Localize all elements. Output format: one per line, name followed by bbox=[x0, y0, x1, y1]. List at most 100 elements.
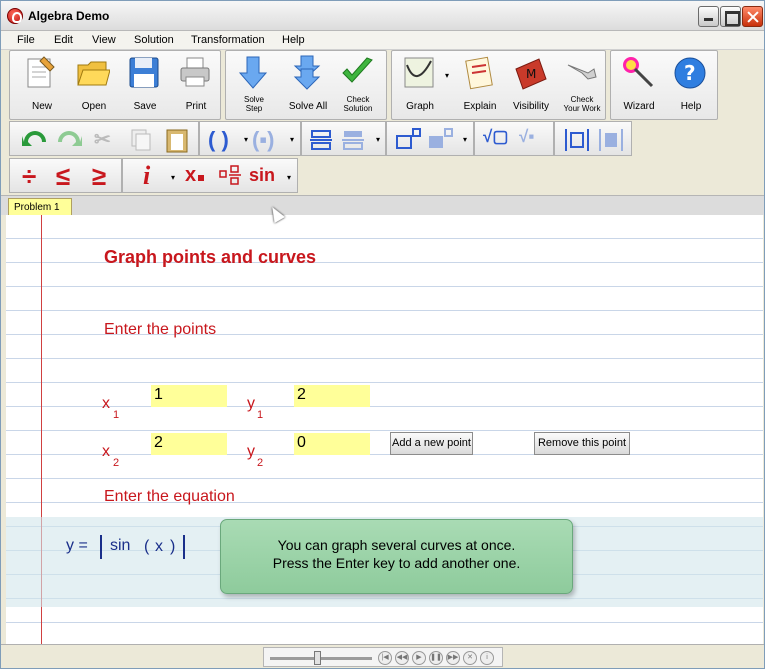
playback-slider-thumb[interactable] bbox=[314, 651, 321, 665]
help-toolbar-group: Wizard ? Help bbox=[610, 50, 718, 120]
menu-view[interactable]: View bbox=[92, 34, 116, 46]
close-button[interactable] bbox=[742, 6, 763, 27]
equation-argument[interactable]: x bbox=[155, 538, 163, 556]
equation-sin[interactable]: sin bbox=[110, 537, 130, 555]
title-bar[interactable]: Algebra Demo bbox=[1, 1, 764, 31]
graph-button[interactable]: Graph bbox=[392, 53, 448, 117]
root-toolbar-group: √▢ √▪ bbox=[474, 121, 554, 156]
menu-file[interactable]: File bbox=[17, 34, 35, 46]
maximize-button[interactable] bbox=[720, 6, 741, 27]
file-toolbar-group: New Open Save Print bbox=[9, 50, 221, 120]
remove-point-button[interactable]: Remove this point bbox=[534, 432, 630, 455]
undo-icon[interactable] bbox=[20, 128, 50, 150]
x2-input[interactable]: 2 bbox=[151, 433, 227, 455]
parentheses-icon[interactable]: ( ) bbox=[208, 127, 229, 153]
divide-button[interactable]: ÷ bbox=[22, 161, 36, 192]
visibility-icon: M bbox=[515, 58, 547, 90]
fraction-dropdown-arrow-icon[interactable]: ▾ bbox=[376, 135, 380, 144]
menu-transformation[interactable]: Transformation bbox=[191, 34, 265, 46]
fraction-icon[interactable] bbox=[310, 130, 334, 150]
wrench-icon bbox=[567, 64, 597, 80]
graph-label: Graph bbox=[406, 101, 434, 112]
exponent-icon[interactable] bbox=[395, 128, 421, 150]
y1-input[interactable]: 2 bbox=[294, 385, 370, 407]
play-icon[interactable]: ▶ bbox=[412, 651, 426, 665]
paste-icon[interactable] bbox=[164, 126, 190, 154]
exponent-box-icon[interactable] bbox=[427, 128, 453, 150]
problem-tab-strip: Problem 1 bbox=[1, 195, 764, 216]
redo-icon[interactable] bbox=[54, 128, 84, 150]
graph-dropdown-arrow-icon[interactable]: ▾ bbox=[445, 71, 449, 80]
equation-heading: Enter the equation bbox=[104, 488, 235, 505]
folder-open-icon bbox=[77, 61, 110, 86]
minimize-button[interactable] bbox=[698, 6, 719, 27]
x2-label: x bbox=[102, 443, 110, 460]
equation-lhs: y = bbox=[66, 537, 88, 554]
bracket-dropdown-arrow-icon[interactable]: ▾ bbox=[290, 135, 294, 144]
functions-toolbar-group: i ▾ x sin ▾ bbox=[122, 158, 298, 193]
rewind-icon[interactable]: ◀◀ bbox=[395, 651, 409, 665]
subscript-button[interactable]: x bbox=[185, 164, 205, 187]
svg-text:M: M bbox=[526, 67, 536, 81]
tab-problem-1[interactable]: Problem 1 bbox=[8, 198, 72, 216]
fraction-red-icon[interactable] bbox=[219, 165, 243, 189]
svg-text:?: ? bbox=[684, 61, 696, 85]
playback-slider-track[interactable] bbox=[270, 657, 372, 660]
sin-dropdown-arrow-icon[interactable]: ▾ bbox=[287, 173, 291, 182]
less-equal-button[interactable]: ≤ bbox=[56, 161, 70, 192]
greater-equal-button[interactable]: ≥ bbox=[92, 161, 106, 192]
exponent-dropdown-arrow-icon[interactable]: ▾ bbox=[463, 135, 467, 144]
menu-edit[interactable]: Edit bbox=[54, 34, 73, 46]
check-solution-button[interactable]: Check Solution bbox=[330, 53, 386, 117]
menu-help[interactable]: Help bbox=[282, 34, 305, 46]
fraction-box-icon[interactable] bbox=[342, 130, 366, 150]
absolute-value-icon[interactable] bbox=[563, 128, 591, 152]
tooltip-line-2: Press the Enter key to add another one. bbox=[272, 555, 521, 571]
y2-input[interactable]: 0 bbox=[294, 433, 370, 455]
square-root-icon[interactable]: √▢ bbox=[483, 127, 508, 147]
operators-toolbar-group: ÷ ≤ ≥ bbox=[9, 158, 122, 193]
equation-left-bracket bbox=[100, 535, 102, 559]
bracket-box-icon[interactable]: (▪) bbox=[252, 127, 274, 153]
x2-subscript: 2 bbox=[113, 457, 120, 469]
analysis-toolbar-group: Graph ▾ Explain M Visibility Check Your … bbox=[391, 50, 606, 120]
subscript-box-icon bbox=[198, 175, 205, 181]
check-solution-label: Check Solution bbox=[343, 95, 373, 113]
solve-toolbar-group: Solve Step Solve All Check Solution bbox=[225, 50, 387, 120]
check-your-work-button[interactable]: Check Your Work bbox=[554, 53, 610, 117]
sin-function-button[interactable]: sin bbox=[249, 165, 275, 186]
help-button[interactable]: ? Help bbox=[663, 53, 719, 117]
worksheet-area[interactable]: Graph points and curves Enter the points… bbox=[6, 215, 763, 644]
points-heading: Enter the points bbox=[104, 321, 217, 338]
info-button[interactable]: i bbox=[143, 161, 150, 191]
absolute-toolbar-group bbox=[554, 121, 632, 156]
pause-icon[interactable]: ❚❚ bbox=[429, 651, 443, 665]
parentheses-toolbar-group: ( ) ▾ (▪) ▾ bbox=[199, 121, 301, 156]
print-button[interactable]: Print bbox=[168, 53, 224, 117]
solve-step-button[interactable]: Solve Step bbox=[226, 53, 282, 117]
help-question-icon: ? bbox=[674, 57, 706, 89]
x1-input[interactable]: 1 bbox=[151, 385, 227, 407]
page-title: Graph points and curves bbox=[104, 247, 317, 267]
symbols-toolbar: ÷ ≤ ≥ i ▾ x sin ▾ bbox=[1, 157, 764, 195]
graph-icon bbox=[404, 57, 434, 88]
y1-subscript: 1 bbox=[257, 409, 264, 421]
parentheses-dropdown-arrow-icon[interactable]: ▾ bbox=[244, 135, 248, 144]
checkmark-icon bbox=[342, 57, 373, 83]
info-icon[interactable]: i bbox=[480, 651, 494, 665]
arrow-down-icon bbox=[238, 56, 268, 89]
exponent-toolbar-group: ▾ bbox=[386, 121, 474, 156]
info-dropdown-arrow-icon[interactable]: ▾ bbox=[171, 173, 175, 182]
skip-start-icon[interactable]: |◀ bbox=[378, 651, 392, 665]
add-point-button[interactable]: Add a new point bbox=[390, 432, 473, 455]
stop-icon[interactable]: ✕ bbox=[463, 651, 477, 665]
copy-icon[interactable] bbox=[130, 128, 152, 152]
square-root-box-icon[interactable]: √▪ bbox=[519, 127, 534, 147]
absolute-value-box-icon[interactable] bbox=[597, 128, 625, 152]
hint-tooltip: You can graph several curves at once. Pr… bbox=[220, 519, 573, 594]
help-label: Help bbox=[680, 101, 702, 112]
cut-icon[interactable]: ✂ bbox=[94, 127, 111, 152]
menu-solution[interactable]: Solution bbox=[134, 34, 174, 46]
fast-forward-icon[interactable]: ▶▶ bbox=[446, 651, 460, 665]
app-logo-icon bbox=[7, 8, 23, 24]
